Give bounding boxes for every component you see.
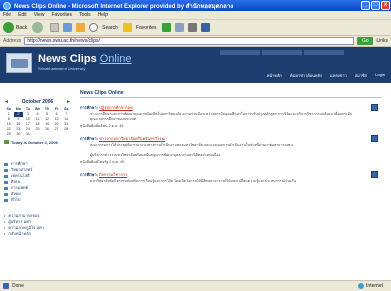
favorites-button[interactable]: Favorites [122, 23, 157, 32]
globe-icon [358, 283, 365, 289]
page-viewport: News Clips Online Srinakharinwirot Unive… [0, 47, 391, 280]
header-strip-segment [220, 50, 260, 55]
calendar-prev-icon[interactable]: ◄ [4, 99, 9, 105]
category-menu: การศึกษา วิทยาศาสตร์ เทคโนโลยี ศิลปะ การ… [4, 161, 70, 203]
print-article-icon[interactable] [371, 171, 378, 179]
calendar-day[interactable]: 26 [42, 127, 52, 132]
print-article-icon[interactable] [371, 104, 378, 111]
window-title: News Clips Online - Microsoft Internet E… [14, 3, 234, 10]
article-category: การศึกษา [80, 136, 97, 142]
calendar-day[interactable]: 30 [14, 132, 24, 137]
address-input[interactable]: http://news.swu.ac.th/news/clips/ [24, 37, 355, 45]
calendar-grid: Su Mo Tu We Th Fr Sa 1 2 3 4 5 6 7 8 9 10 11 12 13 14 15 16 17 1… [4, 107, 71, 137]
category-item[interactable]: ทั่วไป [4, 197, 70, 203]
ie-logo-icon [3, 1, 11, 10]
secondary-menu: ความสามารถของ ผู้บริหาร มศว ความภาคภูมิใ… [4, 213, 70, 237]
header-strip [220, 50, 391, 56]
menu-view[interactable]: View [34, 12, 45, 18]
nav-home[interactable]: หน้าหลัก [267, 72, 282, 79]
article-meta: หนังสือพิมพ์มติชน 2 ต.ค. 49 [80, 124, 124, 129]
site-logo[interactable] [6, 53, 32, 73]
close-button[interactable]: x [381, 1, 390, 10]
edit-icon[interactable] [200, 23, 210, 32]
status-text: Done [12, 283, 24, 289]
header-strip-segment [304, 50, 344, 55]
nav-search-archive[interactable]: ค้นหาข่าวย้อนหลัง [290, 72, 322, 79]
article-body: ข่าวการศึกษาและการพัฒนาคุณภาพบัณฑิตในมหา… [90, 112, 353, 121]
site-subtitle: Srinakharinwirot University [38, 66, 86, 71]
calendar-month: October 2006 [21, 99, 54, 105]
address-bar: Address http://news.swu.ac.th/news/clips… [0, 36, 391, 47]
site-nav: หน้าหลัก ค้นหาข่าวย้อนหลัง แหล่งข่าว สมา… [259, 72, 385, 79]
today-label: Today is October 2, 2006 [4, 140, 71, 145]
search-button[interactable]: Search [89, 23, 118, 32]
minimize-button[interactable]: _ [361, 1, 370, 10]
article-body: คณะกรรมการได้ประชุมพิจารณาแนวทางการดำเนิ… [90, 143, 293, 148]
calendar: ◄ October 2006 ► Su Mo Tu We Th Fr Sa 1 2 3 4 5 6 7 8 9… [4, 99, 71, 145]
article-category: การศึกษา [80, 172, 97, 178]
calendar-day[interactable]: 29 [4, 132, 14, 137]
links-label[interactable]: Links [376, 38, 388, 44]
browser-toolbar: Back Search Favorites [0, 20, 391, 36]
header-strip-segment [262, 50, 302, 55]
window-titlebar: News Clips Online - Microsoft Internet E… [0, 0, 391, 11]
menu-file[interactable]: File [3, 12, 11, 18]
menu-favorites[interactable]: Favorites [51, 12, 72, 18]
stop-icon[interactable] [50, 23, 60, 32]
security-zone: Internet [358, 283, 391, 289]
address-label: Address [3, 38, 22, 44]
article-headline[interactable]: ปฏิรูปการศึกษาไทย [99, 105, 133, 110]
back-button[interactable]: Back [3, 22, 27, 33]
news-article: การศึกษา: ข่าวจากมหาวิทยาลัยศรีนครินทรวิ… [80, 135, 382, 165]
calendar-day[interactable]: 25 [33, 127, 43, 132]
print-icon[interactable] [187, 23, 197, 32]
go-button[interactable]: Go [357, 37, 374, 45]
article-headline[interactable]: กิจกรรมวิชาการ [99, 172, 127, 177]
menu-help[interactable]: Help [98, 12, 108, 18]
book-icon [11, 59, 28, 68]
status-bar: Done Internet [0, 280, 391, 291]
calendar-day[interactable]: 28 [61, 127, 71, 132]
site-header: News Clips Online Srinakharinwirot Unive… [0, 47, 391, 83]
maximize-button[interactable]: □ [371, 1, 380, 10]
news-article: การศึกษา: ปฏิรูปการศึกษาไทย ข่าวการศึกษา… [80, 104, 382, 129]
flag-icon [4, 140, 9, 144]
nav-login[interactable]: Login [375, 72, 385, 79]
nav-members[interactable]: สมาชิก [355, 72, 367, 79]
calendar-day[interactable]: 27 [52, 127, 62, 132]
secondary-menu-item[interactable]: กลับหน้าหลัก [4, 231, 70, 237]
article-quote: ผู้บริหารกล่าวว่ามหาวิทยาลัยพร้อมสนับสนุ… [90, 152, 221, 157]
refresh-icon[interactable] [63, 23, 73, 32]
back-arrow-icon [3, 22, 14, 33]
print-article-icon[interactable] [371, 135, 378, 143]
search-icon [89, 23, 99, 32]
history-icon[interactable] [161, 23, 171, 32]
menu-bar: File Edit View Favorites Tools Help [0, 11, 391, 20]
forward-button[interactable] [32, 22, 45, 33]
menu-tools[interactable]: Tools [79, 12, 91, 18]
mail-icon[interactable] [174, 23, 184, 32]
calendar-next-icon[interactable]: ► [66, 99, 71, 105]
calendar-day[interactable]: 31 [23, 132, 33, 137]
star-icon [122, 23, 132, 32]
forward-arrow-icon [32, 22, 44, 33]
news-article: การศึกษา: กิจกรรมวิชาการ มหาวิทยาลัยจัดก… [80, 171, 382, 184]
site-name: News Clips Online [38, 53, 132, 65]
article-headline[interactable]: ข่าวจากมหาวิทยาลัยศรีนครินทรวิโรฒ [99, 136, 165, 141]
article-meta: หนังสือพิมพ์ไทยรัฐ 2 ต.ค. 49 [80, 160, 124, 165]
main-content: News Clips Online การศึกษา: ปฏิรูปการศึก… [80, 90, 382, 184]
article-body: มหาวิทยาลัยจัดกิจกรรมส่งเสริมการเรียนรู้… [90, 179, 296, 184]
page-icon [3, 283, 9, 289]
home-icon[interactable] [76, 23, 86, 32]
article-category: การศึกษา [80, 105, 97, 110]
menu-edit[interactable]: Edit [18, 12, 27, 18]
nav-sources[interactable]: แหล่งข่าว [330, 72, 347, 79]
section-title: News Clips Online [80, 90, 382, 98]
